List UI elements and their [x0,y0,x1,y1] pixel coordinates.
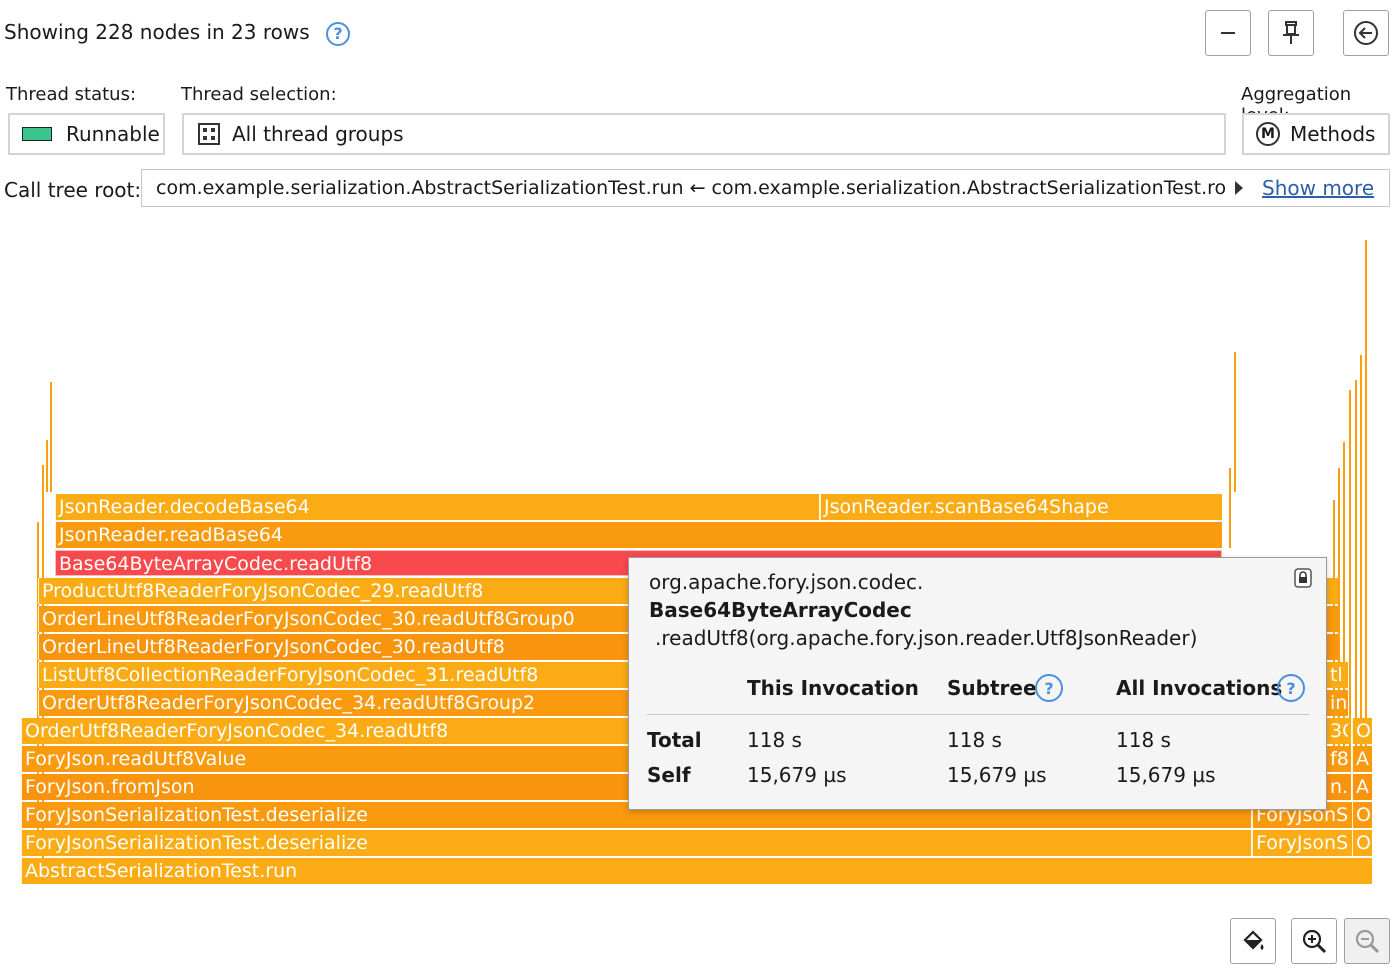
flame-sliver[interactable] [46,440,48,492]
show-more-link[interactable]: Show more [1262,176,1374,200]
thread-selection-value: All thread groups [232,122,404,146]
zoom-in-button[interactable] [1291,918,1337,964]
total-subtree-value: 118 s [947,728,1002,752]
runnable-swatch-icon [22,127,52,141]
flame-frame[interactable]: in [1326,690,1348,716]
col-all-invocations: All Invocations [1116,676,1283,700]
node-tooltip: org.apache.fory.json.codec. Base64ByteAr… [628,557,1327,810]
total-all-value: 118 s [1116,728,1171,752]
flame-sliver[interactable] [1355,380,1357,760]
flame-sliver[interactable] [50,382,52,492]
flame-frame[interactable]: ForyJsonSerializationTest.deserialize [21,830,1251,856]
zoom-out-icon [1355,929,1380,954]
call-tree-root-field[interactable]: com.example.serialization.AbstractSerial… [141,169,1390,207]
tooltip-divider [647,714,1309,715]
thread-status-label: Thread status: [6,84,137,105]
tooltip-class-name: Base64ByteArrayCodec [649,598,912,622]
expand-arrow-icon[interactable] [1234,180,1244,196]
row-self-label: Self [647,763,691,787]
pin-button[interactable] [1268,10,1314,56]
flame-frame[interactable]: f8 [1326,746,1348,772]
self-this-value: 15,679 µs [747,763,847,787]
tooltip-package: org.apache.fory.json.codec. [649,570,924,594]
thread-selection-label: Thread selection: [181,84,337,105]
flame-frame[interactable]: 3C [1326,718,1348,744]
all-invocations-help-icon[interactable]: ? [1277,674,1305,702]
flame-frame[interactable]: O [1352,830,1372,856]
subtree-help-icon[interactable]: ? [1035,674,1063,702]
flame-frame[interactable]: A [1352,774,1372,800]
col-this-invocation: This Invocation [747,676,919,700]
flame-sliver[interactable] [1349,390,1351,760]
flame-frame[interactable]: tl [1326,662,1348,688]
flame-frame[interactable]: n.t [1326,774,1348,800]
pin-icon [1283,21,1299,44]
flame-sliver[interactable] [1229,468,1231,548]
zoom-in-icon [1302,929,1327,954]
thread-groups-icon [198,123,220,145]
summary-text: Showing 228 nodes in 23 rows [4,20,310,44]
flame-frame[interactable]: JsonReader.scanBase64Shape [820,494,1222,520]
paint-bucket-icon [1243,930,1264,950]
flame-sliver[interactable] [1360,355,1362,755]
total-this-value: 118 s [747,728,802,752]
aggregation-value: Methods [1290,122,1376,146]
minus-icon [1221,32,1235,34]
thread-status-selector[interactable]: Runnable [8,113,165,155]
summary-header: Showing 228 nodes in 23 rows ? [4,20,351,46]
flame-frame[interactable]: JsonReader.readBase64 [55,522,1222,548]
thread-status-value: Runnable [66,122,160,146]
back-button[interactable] [1343,10,1389,56]
collapse-button[interactable] [1205,10,1251,56]
flame-frame[interactable]: O [1352,718,1372,744]
back-arrow-icon [1354,21,1378,45]
zoom-out-button[interactable] [1344,918,1390,964]
aggregation-selector[interactable]: M Methods [1242,113,1390,155]
call-tree-root-label: Call tree root: [4,178,142,202]
col-subtree: Subtree [947,676,1037,700]
flame-frame[interactable]: A [1352,746,1372,772]
thread-selection-selector[interactable]: All thread groups [182,113,1226,155]
flame-sliver[interactable] [1365,240,1367,760]
flame-frame[interactable]: JsonReader.decodeBase64 [55,494,819,520]
flame-frame[interactable]: AbstractSerializationTest.run [21,858,1372,884]
colorize-button[interactable] [1230,918,1276,964]
help-icon[interactable]: ? [326,21,351,46]
self-subtree-value: 15,679 µs [947,763,1047,787]
flame-sliver[interactable] [1234,352,1236,492]
call-tree-root-value: com.example.serialization.AbstractSerial… [156,177,1226,199]
lock-icon[interactable] [1294,568,1312,588]
methods-badge-icon: M [1256,122,1280,146]
flame-frame[interactable]: O [1352,802,1372,828]
tooltip-method: .readUtf8(org.apache.fory.json.reader.Ut… [655,626,1198,650]
flame-frame[interactable]: ForyJsonS [1252,830,1352,856]
row-total-label: Total [647,728,702,752]
self-all-value: 15,679 µs [1116,763,1216,787]
